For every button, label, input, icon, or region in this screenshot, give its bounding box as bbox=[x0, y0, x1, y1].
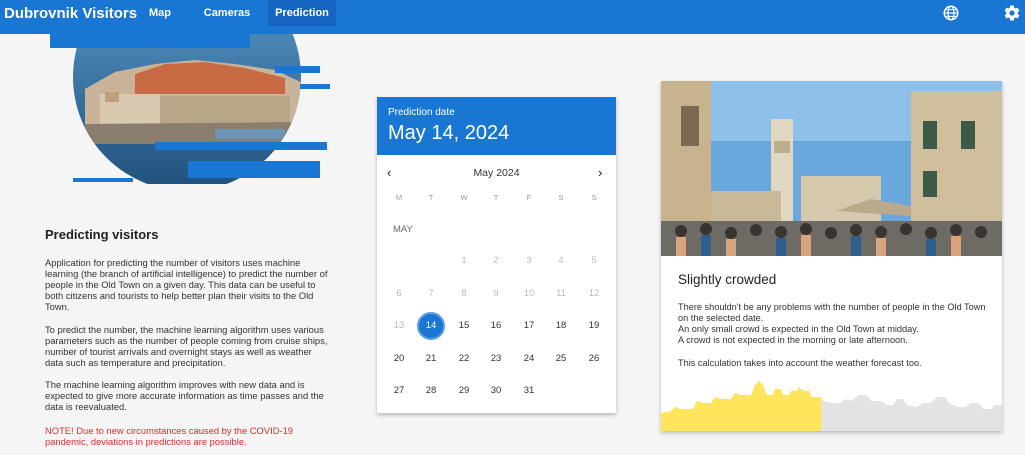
result-line-1: There shouldn't be any problems with the… bbox=[678, 302, 986, 323]
day-cell[interactable]: 18 bbox=[547, 312, 575, 340]
day-cell: 4 bbox=[558, 255, 564, 266]
prediction-result-card: Slightly crowded There shouldn't be any … bbox=[661, 81, 1002, 431]
day-cell[interactable]: 22 bbox=[450, 345, 478, 373]
chevron-right-icon[interactable]: › bbox=[598, 165, 602, 180]
globe-icon[interactable] bbox=[942, 4, 960, 22]
day-cell[interactable]: 16 bbox=[482, 312, 510, 340]
nav-cameras[interactable]: Cameras bbox=[197, 0, 257, 26]
day-cell: 8 bbox=[461, 288, 467, 299]
day-cell[interactable]: 19 bbox=[580, 312, 608, 340]
day-cell[interactable]: 21 bbox=[417, 345, 445, 373]
intro-paragraph-1: Application for predicting the number of… bbox=[45, 257, 328, 312]
day-cell[interactable]: 15 bbox=[450, 312, 478, 340]
intro-paragraph-3: The machine learning algorithm improves … bbox=[45, 379, 324, 412]
weekday-label: T bbox=[493, 193, 499, 202]
result-line-4: This calculation takes into account the … bbox=[678, 358, 922, 368]
nav-prediction[interactable]: Prediction bbox=[268, 0, 336, 26]
stradun-crowd-image bbox=[661, 81, 1002, 256]
nav-map[interactable]: Map bbox=[136, 0, 184, 26]
crowd-level-skyline bbox=[661, 381, 1002, 431]
top-app-bar: Dubrovnik Visitors Map Cameras Predictio… bbox=[0, 0, 1025, 34]
result-line-3: A crowd is not expected in the morning o… bbox=[678, 335, 908, 345]
result-line-2: An only small crowd is expected in the O… bbox=[678, 324, 919, 334]
month-label: MAY bbox=[393, 224, 413, 235]
app-brand[interactable]: Dubrovnik Visitors bbox=[4, 5, 137, 22]
month-navigation: ‹ May 2024 › bbox=[377, 165, 616, 181]
day-cell: 2 bbox=[493, 255, 499, 266]
covid-note: NOTE! Due to new circumstances caused by… bbox=[45, 425, 294, 447]
month-title[interactable]: May 2024 bbox=[377, 167, 616, 179]
day-cell: 11 bbox=[556, 288, 566, 299]
day-cell[interactable]: 30 bbox=[482, 377, 510, 405]
day-cell[interactable]: 31 bbox=[515, 377, 543, 405]
date-picker: Prediction date May 14, 2024 ‹ May 2024 … bbox=[377, 97, 616, 413]
day-cell: 10 bbox=[523, 288, 535, 299]
day-cell: 5 bbox=[591, 255, 597, 266]
day-cell[interactable]: 26 bbox=[580, 345, 608, 373]
gear-icon[interactable] bbox=[1003, 4, 1021, 22]
weekday-label: S bbox=[558, 193, 564, 202]
day-cell[interactable]: 24 bbox=[515, 345, 543, 373]
day-cell[interactable]: 23 bbox=[482, 345, 510, 373]
weekday-label: W bbox=[460, 193, 468, 202]
day-cell[interactable]: 25 bbox=[547, 345, 575, 373]
intro-paragraph-2: To predict the number, the machine learn… bbox=[45, 324, 328, 368]
day-cell: 9 bbox=[493, 288, 499, 299]
day-cell[interactable]: 27 bbox=[385, 377, 413, 405]
day-cell[interactable]: 20 bbox=[385, 345, 413, 373]
weekday-label: T bbox=[428, 193, 434, 202]
intro-title: Predicting visitors bbox=[45, 227, 159, 242]
day-cell[interactable]: 29 bbox=[450, 377, 478, 405]
day-cell: 1 bbox=[461, 255, 467, 266]
day-selected[interactable]: 14 bbox=[417, 312, 445, 340]
selected-date[interactable]: May 14, 2024 bbox=[388, 122, 509, 145]
day-cell: 7 bbox=[428, 288, 434, 299]
weekday-label: S bbox=[591, 193, 597, 202]
day-cell: 6 bbox=[396, 288, 402, 299]
weekday-label: M bbox=[395, 193, 403, 202]
weekday-label: F bbox=[526, 193, 532, 202]
dubrovnik-hero-image bbox=[50, 34, 330, 184]
skyline-fill bbox=[661, 381, 822, 431]
day-cell[interactable]: 28 bbox=[417, 377, 445, 405]
day-cell[interactable]: 17 bbox=[515, 312, 543, 340]
day-cell: 12 bbox=[588, 288, 600, 299]
date-picker-header: Prediction date May 14, 2024 bbox=[377, 97, 616, 155]
prediction-date-label: Prediction date bbox=[388, 107, 455, 118]
day-cell: 3 bbox=[526, 255, 532, 266]
day-cell: 13 bbox=[393, 320, 405, 331]
crowd-level-title: Slightly crowded bbox=[678, 272, 777, 287]
